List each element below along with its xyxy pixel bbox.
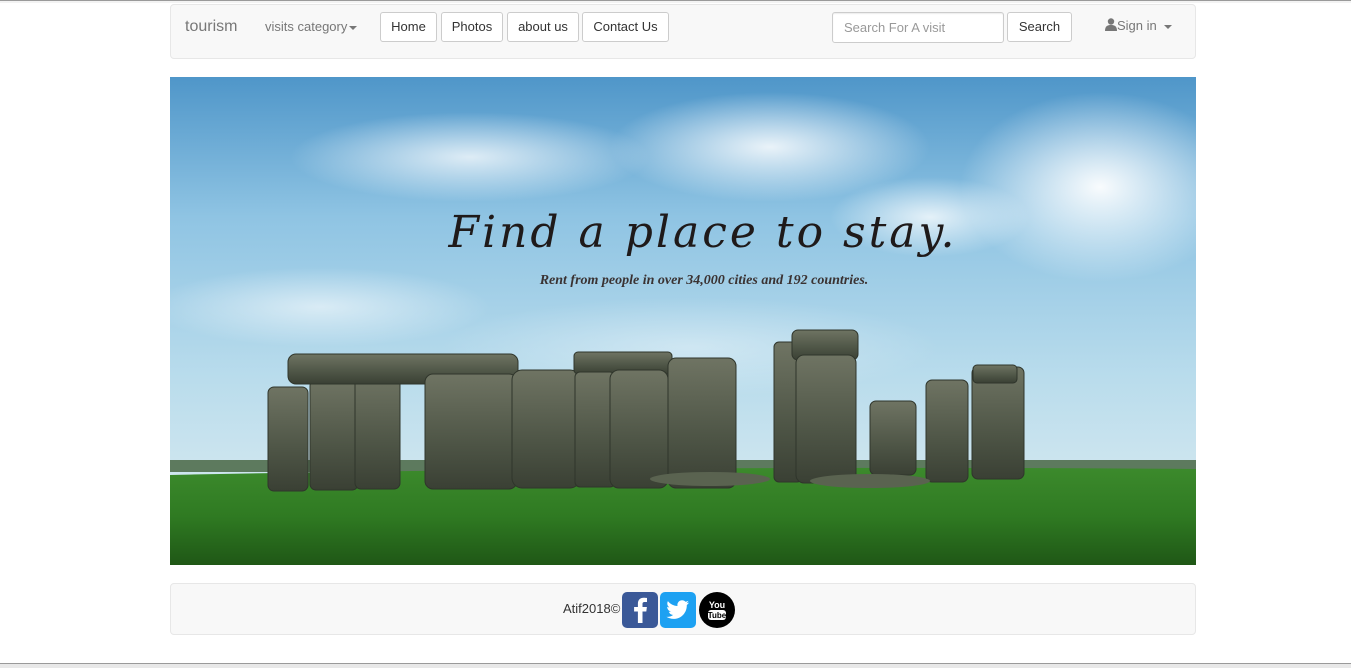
window-bottom-bar — [0, 663, 1351, 668]
youtube-icon[interactable]: You Tube — [699, 592, 735, 628]
youtube-text-you: You — [709, 600, 725, 610]
hero-banner: Find a place to stay. Rent from people i… — [170, 77, 1196, 565]
facebook-icon[interactable] — [622, 592, 658, 628]
brand-link[interactable]: tourism — [185, 18, 237, 36]
stonehenge-landscape-image — [170, 77, 1196, 565]
home-button[interactable]: Home — [380, 12, 437, 42]
youtube-text-tube: Tube — [708, 611, 727, 620]
user-icon — [1105, 18, 1117, 34]
search-input[interactable] — [832, 12, 1004, 43]
footer: Atif2018© You Tube — [170, 583, 1196, 635]
visits-category-label: visits category — [265, 19, 348, 34]
chevron-down-icon — [1164, 24, 1173, 29]
search-button[interactable]: Search — [1007, 12, 1072, 42]
chevron-down-icon — [349, 25, 358, 30]
contact-us-button[interactable]: Contact Us — [582, 12, 669, 42]
navbar: tourism visits category Home Photos abou… — [170, 4, 1196, 59]
sign-in-label: Sign in — [1117, 18, 1157, 33]
photos-button[interactable]: Photos — [441, 12, 503, 42]
hero-subtitle: Rent from people in over 34,000 cities a… — [539, 273, 869, 288]
copyright-text: Atif2018© — [563, 601, 621, 616]
visits-category-dropdown[interactable]: visits category — [265, 19, 358, 34]
hero-title: Find a place to stay. — [448, 207, 958, 258]
twitter-icon[interactable] — [660, 592, 696, 628]
window-top-border — [0, 0, 1351, 3]
about-us-button[interactable]: about us — [507, 12, 579, 42]
sign-in-dropdown[interactable]: Sign in — [1105, 18, 1173, 34]
